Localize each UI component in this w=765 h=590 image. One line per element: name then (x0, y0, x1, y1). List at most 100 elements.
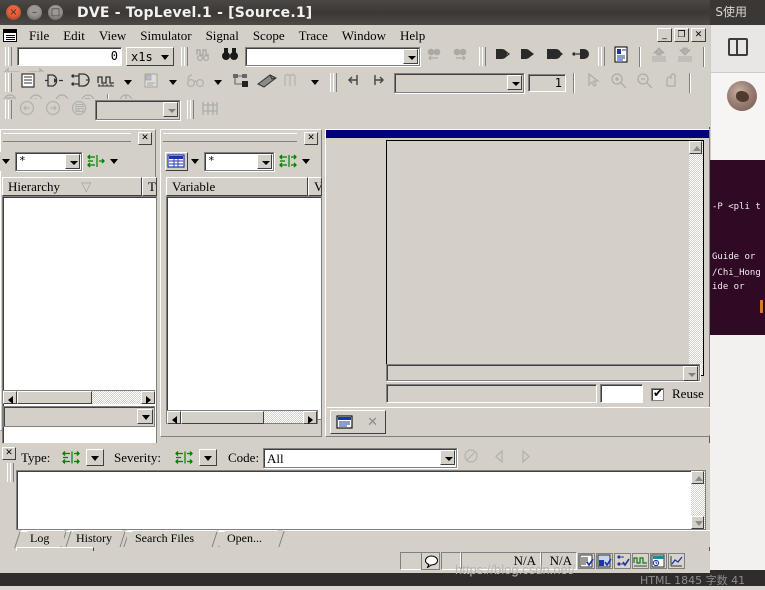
group-icon[interactable] (569, 46, 591, 67)
tab-log[interactable]: Log (22, 530, 64, 546)
variable-view-mode-button[interactable] (165, 152, 188, 171)
chevron-down-icon[interactable] (440, 450, 455, 465)
hscroll-right-button[interactable] (303, 411, 317, 424)
zoom-out-icon[interactable] (634, 72, 656, 93)
reuse-checkbox-box[interactable] (651, 386, 664, 401)
chevron-down-icon[interactable] (683, 366, 698, 381)
toolbar-grip[interactable] (478, 47, 486, 66)
variable-sort-dropdown[interactable] (299, 152, 314, 171)
waveform-dropdown[interactable] (121, 74, 136, 91)
glasses-icon[interactable] (185, 72, 207, 93)
scope-path-combo[interactable] (394, 72, 524, 93)
move-down-icon[interactable] (674, 46, 696, 67)
toolbar-grip[interactable] (597, 47, 605, 66)
log-status-icon[interactable] (578, 553, 595, 569)
window-minimize-button[interactable]: – (27, 5, 42, 20)
variable-pane-close-button[interactable]: ✕ (304, 132, 318, 145)
variable-pane-grip[interactable] (163, 133, 297, 142)
hierarchy-pane-close-button[interactable]: ✕ (138, 132, 152, 145)
toolbar-grip[interactable] (4, 47, 12, 66)
source-line-input[interactable] (600, 384, 643, 403)
menu-window[interactable]: Window (335, 27, 393, 45)
hierarchy-bottom-combo-arrow[interactable] (137, 409, 153, 424)
pointer-icon[interactable] (582, 72, 604, 93)
log-clear-icon[interactable] (460, 448, 482, 469)
menu-help[interactable]: Help (393, 27, 432, 45)
hscroll-thumb[interactable] (17, 391, 92, 404)
chevron-down-icon[interactable] (257, 154, 272, 169)
right-edge-icon[interactable] (368, 72, 390, 93)
source-window-task-close[interactable]: ✕ (367, 415, 378, 430)
menu-file[interactable]: File (22, 27, 56, 45)
hscroll-left-button[interactable] (167, 411, 181, 424)
search-waveform-icon[interactable] (193, 46, 215, 67)
chevron-down-icon[interactable] (402, 49, 418, 64)
menu-view[interactable]: View (92, 27, 133, 45)
waveform-icon[interactable] (95, 72, 117, 93)
simulator-status-icon[interactable] (596, 553, 613, 569)
list-icon[interactable] (17, 72, 39, 93)
source-vscrollbar[interactable] (689, 141, 703, 375)
hierarchy-icon[interactable] (230, 72, 252, 93)
collapse-bus-icon[interactable] (517, 46, 539, 67)
variable-column-header-value[interactable]: V (308, 177, 322, 196)
find-prev-icon[interactable] (424, 46, 446, 67)
expand-bus-icon[interactable] (491, 46, 513, 67)
report-icon[interactable] (610, 46, 632, 67)
path-icon[interactable] (69, 72, 91, 93)
log-type-dropdown[interactable] (86, 449, 104, 466)
hierarchy-column-header[interactable]: Hierarchy ▽ (2, 177, 142, 196)
window-close-button[interactable]: × (6, 5, 21, 20)
log-prev-icon[interactable] (488, 448, 510, 469)
mdi-close-button[interactable]: ✕ (691, 28, 706, 42)
time-value-input[interactable]: 0 (17, 47, 122, 66)
glasses-dropdown[interactable] (211, 74, 226, 91)
variable-column-header[interactable]: Variable (166, 177, 308, 196)
move-up-icon[interactable] (648, 46, 670, 67)
menu-signal[interactable]: Signal (199, 27, 246, 45)
waveform-status-icon[interactable] (632, 553, 649, 569)
vscroll-up-button[interactable] (689, 141, 702, 154)
toolbar-grip[interactable] (180, 47, 188, 66)
pan-icon[interactable] (660, 72, 682, 93)
source-find-input[interactable] (386, 384, 597, 403)
source-window-titlebar[interactable] (326, 130, 709, 138)
message-bubble-icon[interactable] (421, 552, 440, 570)
hierarchy-filter-combo[interactable]: * (15, 152, 82, 171)
hierarchy-pane-grip[interactable] (3, 133, 131, 142)
zoom-in-icon[interactable] (608, 72, 630, 93)
find-next-icon[interactable] (450, 46, 472, 67)
hscroll-right-button[interactable] (141, 391, 155, 404)
page-number-field[interactable]: 1 (528, 73, 566, 92)
log-vscroll-down-button[interactable] (691, 516, 704, 529)
source-window-task-button[interactable]: ✕ (330, 410, 386, 434)
back-icon[interactable] (17, 99, 39, 120)
log-vscrollbar[interactable] (691, 471, 705, 529)
sidebar-toggle-icon[interactable] (728, 38, 748, 56)
variable-filter-combo[interactable]: * (204, 152, 274, 171)
hscroll-thumb[interactable] (181, 411, 264, 424)
chevron-down-icon[interactable] (163, 101, 178, 117)
forward-icon[interactable] (43, 99, 65, 120)
signal-status-icon[interactable] (614, 553, 631, 569)
assertion-icon[interactable] (256, 72, 278, 93)
compare-icon[interactable] (543, 46, 565, 67)
log-severity-sort-icon[interactable] (174, 450, 194, 471)
source-code-view[interactable] (386, 140, 704, 376)
search-combo[interactable] (244, 47, 420, 66)
hierarchy-hscrollbar[interactable] (3, 390, 155, 404)
time-unit-dropdown[interactable]: x1s (126, 47, 174, 66)
plot-status-icon[interactable] (668, 553, 685, 569)
tab-open[interactable]: Open... (219, 530, 277, 546)
menu-simulator[interactable]: Simulator (133, 27, 198, 45)
log-text-area[interactable] (16, 470, 706, 530)
background-terminal-window[interactable]: -P <pli t Guide or /Chi_Hong ide or (710, 160, 765, 335)
menu-edit[interactable]: Edit (56, 27, 92, 45)
hierarchy-bottom-combo[interactable] (3, 406, 155, 427)
hierarchy-column-header-type[interactable]: T (142, 177, 157, 196)
mdi-minimize-button[interactable]: _ (657, 28, 672, 42)
annotate-icon[interactable] (140, 72, 162, 93)
log-type-sort-icon[interactable] (61, 450, 81, 471)
reuse-checkbox[interactable]: Reuse (651, 385, 704, 403)
log-panel-close-button[interactable]: ✕ (2, 447, 16, 460)
